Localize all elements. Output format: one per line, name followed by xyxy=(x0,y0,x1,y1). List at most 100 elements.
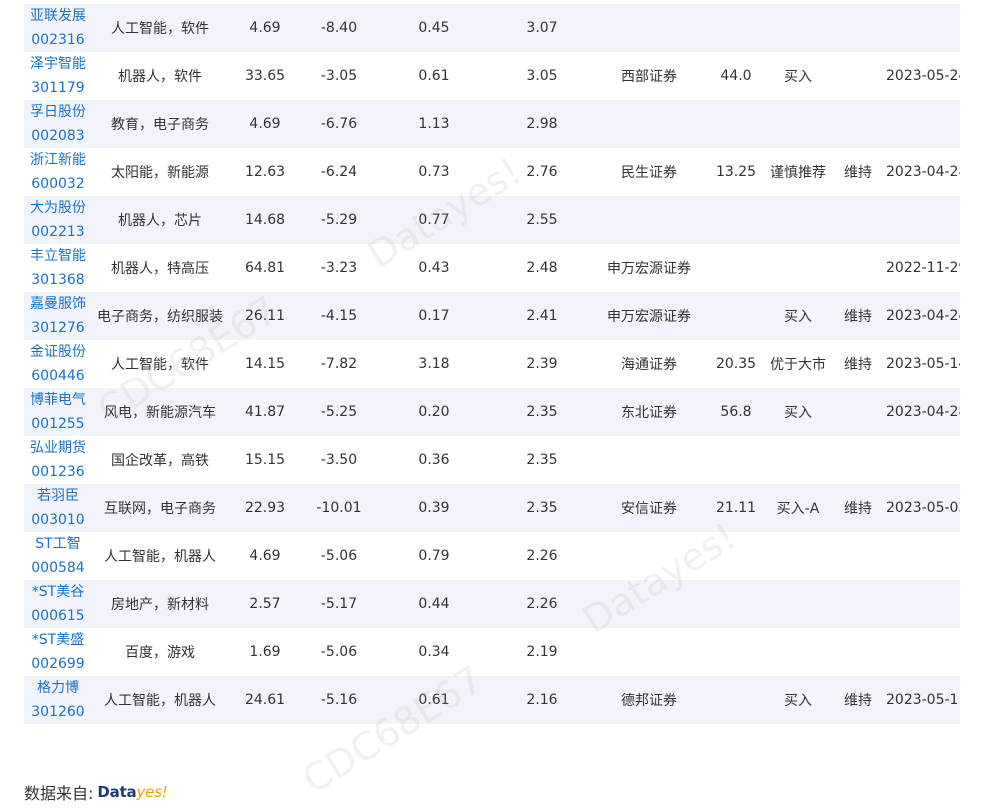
stock-code-link[interactable]: 002213 xyxy=(24,220,92,244)
logo-yes-text: yes! xyxy=(136,783,168,801)
stock-code-link[interactable]: 301276 xyxy=(24,316,92,340)
stock-name-cell[interactable]: 嘉曼服饰 301276 xyxy=(24,292,92,340)
stock-name-link[interactable]: 若羽臣 xyxy=(24,484,92,508)
stock-name-link[interactable]: 亚联发展 xyxy=(24,4,92,28)
broker-cell: 申万宏源证券 xyxy=(592,292,706,340)
table-row: 若羽臣 003010 互联网，电子商务 22.93 -10.01 0.39 2.35 安信证券… xyxy=(24,484,960,532)
stock-name-cell[interactable]: 丰立智能 301368 xyxy=(24,244,92,292)
stock-name-cell[interactable]: 浙江新能 600032 xyxy=(24,148,92,196)
stock-name-cell[interactable]: 金证股份 600446 xyxy=(24,340,92,388)
broker-cell xyxy=(592,580,706,628)
stock-code-link[interactable]: 000615 xyxy=(24,604,92,628)
price-cell: 26.11 xyxy=(228,292,302,340)
rating-cell: 买入 xyxy=(766,52,830,100)
target-cell xyxy=(706,628,766,676)
rating-cell: 谨慎推荐 xyxy=(766,148,830,196)
stock-code-link[interactable]: 000584 xyxy=(24,556,92,580)
ratio-cell: 2.39 xyxy=(492,340,592,388)
stock-name-link[interactable]: 博菲电气 xyxy=(24,388,92,412)
date-cell: 2023-05-14 xyxy=(886,340,960,388)
stock-name-cell[interactable]: 若羽臣 003010 xyxy=(24,484,92,532)
change-cell: -6.76 xyxy=(302,100,376,148)
turnover-cell: 0.61 xyxy=(376,52,492,100)
stock-name-link[interactable]: 浙江新能 xyxy=(24,148,92,172)
stock-name-link[interactable]: 孚日股份 xyxy=(24,100,92,124)
table-row: 泽宇智能 301179 机器人，软件 33.65 -3.05 0.61 3.05 西部证券 44… xyxy=(24,52,960,100)
stock-code-link[interactable]: 001236 xyxy=(24,460,92,484)
datayes-logo[interactable]: Datayes! xyxy=(97,783,167,801)
table-row: 浙江新能 600032 太阳能，新能源 12.63 -6.24 0.73 2.76 民生证券 1… xyxy=(24,148,960,196)
target-cell xyxy=(706,196,766,244)
date-cell xyxy=(886,196,960,244)
stock-name-link[interactable]: 丰立智能 xyxy=(24,244,92,268)
stock-name-cell[interactable]: 孚日股份 002083 xyxy=(24,100,92,148)
table-row: *ST美谷 000615 房地产，新材料 2.57 -5.17 0.44 2.26 xyxy=(24,580,960,628)
broker-cell xyxy=(592,196,706,244)
table-row: 嘉曼服饰 301276 电子商务，纺织服装 26.11 -4.15 0.17 2.41 申万宏… xyxy=(24,292,960,340)
concept-cell: 人工智能，软件 xyxy=(92,340,228,388)
stock-code-link[interactable]: 600032 xyxy=(24,172,92,196)
stock-name-cell[interactable]: 格力博 301260 xyxy=(24,676,92,724)
stock-name-cell[interactable]: 大为股份 002213 xyxy=(24,196,92,244)
stock-name-cell[interactable]: 泽宇智能 301179 xyxy=(24,52,92,100)
stock-name-link[interactable]: 大为股份 xyxy=(24,196,92,220)
price-cell: 1.69 xyxy=(228,628,302,676)
turnover-cell: 3.18 xyxy=(376,340,492,388)
table-row: *ST美盛 002699 百度，游戏 1.69 -5.06 0.34 2.19 xyxy=(24,628,960,676)
rating-cell xyxy=(766,100,830,148)
concept-cell: 机器人，软件 xyxy=(92,52,228,100)
action-cell: 维持 xyxy=(830,484,886,532)
target-cell xyxy=(706,580,766,628)
turnover-cell: 0.79 xyxy=(376,532,492,580)
stock-name-link[interactable]: *ST美盛 xyxy=(24,628,92,652)
stock-name-cell[interactable]: ST工智 000584 xyxy=(24,532,92,580)
concept-cell: 人工智能，软件 xyxy=(92,4,228,52)
stock-code-link[interactable]: 002083 xyxy=(24,124,92,148)
action-cell xyxy=(830,244,886,292)
action-cell xyxy=(830,4,886,52)
stock-code-link[interactable]: 002699 xyxy=(24,652,92,676)
target-cell: 20.35 xyxy=(706,340,766,388)
stock-name-link[interactable]: *ST美谷 xyxy=(24,580,92,604)
turnover-cell: 0.61 xyxy=(376,676,492,724)
stock-name-link[interactable]: 弘业期货 xyxy=(24,436,92,460)
stock-code-link[interactable]: 301179 xyxy=(24,76,92,100)
stock-code-link[interactable]: 301260 xyxy=(24,700,92,724)
action-cell xyxy=(830,580,886,628)
stock-code-link[interactable]: 600446 xyxy=(24,364,92,388)
stock-name-link[interactable]: 格力博 xyxy=(24,676,92,700)
action-cell xyxy=(830,196,886,244)
stock-name-link[interactable]: ST工智 xyxy=(24,532,92,556)
stock-name-cell[interactable]: 博菲电气 001255 xyxy=(24,388,92,436)
source-label: 数据来自: xyxy=(24,784,94,803)
date-cell xyxy=(886,580,960,628)
stock-name-cell[interactable]: *ST美谷 000615 xyxy=(24,580,92,628)
stock-code-link[interactable]: 001255 xyxy=(24,412,92,436)
date-cell: 2022-11-29 xyxy=(886,244,960,292)
concept-cell: 太阳能，新能源 xyxy=(92,148,228,196)
stock-code-link[interactable]: 301368 xyxy=(24,268,92,292)
stock-name-link[interactable]: 嘉曼服饰 xyxy=(24,292,92,316)
ratio-cell: 3.05 xyxy=(492,52,592,100)
stock-code-link[interactable]: 003010 xyxy=(24,508,92,532)
action-cell: 维持 xyxy=(830,340,886,388)
stock-name-cell[interactable]: 亚联发展 002316 xyxy=(24,4,92,52)
price-cell: 14.15 xyxy=(228,340,302,388)
stock-name-cell[interactable]: 弘业期货 001236 xyxy=(24,436,92,484)
ratio-cell: 2.76 xyxy=(492,148,592,196)
rating-cell xyxy=(766,4,830,52)
stock-code-link[interactable]: 002316 xyxy=(24,28,92,52)
stock-name-cell[interactable]: *ST美盛 002699 xyxy=(24,628,92,676)
turnover-cell: 0.36 xyxy=(376,436,492,484)
stock-name-link[interactable]: 金证股份 xyxy=(24,340,92,364)
date-cell xyxy=(886,628,960,676)
concept-cell: 互联网，电子商务 xyxy=(92,484,228,532)
change-cell: -5.06 xyxy=(302,628,376,676)
rating-cell xyxy=(766,196,830,244)
date-cell: 2023-05-24 xyxy=(886,52,960,100)
action-cell: 维持 xyxy=(830,148,886,196)
ratio-cell: 2.26 xyxy=(492,580,592,628)
stock-name-link[interactable]: 泽宇智能 xyxy=(24,52,92,76)
action-cell xyxy=(830,388,886,436)
target-cell: 44.0 xyxy=(706,52,766,100)
